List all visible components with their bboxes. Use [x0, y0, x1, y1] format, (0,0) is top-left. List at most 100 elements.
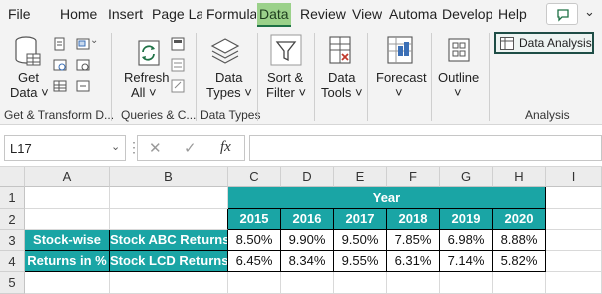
year-cell[interactable]: 2016 [281, 209, 334, 230]
column-header-e[interactable]: E [334, 167, 387, 187]
cell-g5[interactable] [440, 272, 493, 294]
row-header-5[interactable]: 5 [0, 272, 25, 294]
group-divider [489, 33, 490, 121]
row-label-cell[interactable]: Returns in % [25, 251, 110, 272]
cell-b5[interactable] [110, 272, 228, 294]
return-cell[interactable]: 6.45% [228, 251, 281, 272]
return-cell[interactable]: 8.50% [228, 230, 281, 251]
tab-review[interactable]: Review [300, 6, 346, 22]
return-cell[interactable]: 7.85% [387, 230, 440, 251]
cell-a5[interactable] [25, 272, 110, 294]
tab-file[interactable]: File [8, 6, 31, 22]
cell-h5[interactable] [493, 272, 546, 294]
get-data-label-line1: Get [18, 70, 39, 85]
cancel-icon[interactable]: ✕ [149, 139, 162, 157]
refresh-all-label-line1: Refresh [124, 70, 170, 85]
select-all-corner[interactable] [0, 167, 25, 187]
outline-label-line2: ˅ [454, 85, 462, 100]
queries-connections-icon[interactable] [171, 37, 185, 51]
data-types-label-line2: Types ˅ [206, 85, 252, 100]
tab-formulas[interactable]: Formula [206, 6, 256, 22]
stock-name-cell[interactable]: Stock LCD Returns [110, 251, 228, 272]
filter-icon [270, 34, 302, 66]
group-divider [111, 33, 112, 121]
recent-sources-icon[interactable] [76, 58, 90, 72]
cell-b1[interactable] [110, 187, 228, 209]
insert-function-icon[interactable]: fx [220, 139, 231, 156]
name-box[interactable]: L17 ⌄ [4, 135, 126, 161]
row-header-1[interactable]: 1 [0, 187, 25, 209]
year-header-cell[interactable]: Year [228, 187, 546, 209]
tab-insert[interactable]: Insert [108, 6, 143, 22]
from-table-icon[interactable] [53, 79, 67, 93]
return-cell[interactable]: 6.98% [440, 230, 493, 251]
enter-icon[interactable]: ✓ [184, 139, 197, 157]
row-label-cell[interactable]: Stock-wise [25, 230, 110, 251]
year-cell[interactable]: 2020 [493, 209, 546, 230]
cell-a2[interactable] [25, 209, 110, 230]
cell-a1[interactable] [25, 187, 110, 209]
tab-data[interactable]: Data [257, 3, 291, 27]
group-divider [431, 33, 432, 121]
chevron-down-icon[interactable]: ⌄ [111, 140, 120, 153]
column-header-h[interactable]: H [493, 167, 546, 187]
tab-page-layout[interactable]: Page La [152, 6, 202, 22]
cell-b2[interactable] [110, 209, 228, 230]
column-header-f[interactable]: F [387, 167, 440, 187]
column-header-i[interactable]: I [546, 167, 602, 187]
from-web-icon[interactable] [53, 58, 67, 72]
tab-home[interactable]: Home [60, 6, 97, 22]
column-header-d[interactable]: D [281, 167, 334, 187]
tab-developer[interactable]: Develop [442, 6, 492, 22]
cell-d5[interactable] [281, 272, 334, 294]
data-types-icon [210, 38, 240, 64]
tab-help[interactable]: Help [498, 6, 527, 22]
data-analysis-icon [500, 37, 514, 50]
return-cell[interactable]: 8.34% [281, 251, 334, 272]
comments-button[interactable] [546, 3, 578, 25]
cell-i1[interactable] [546, 187, 602, 209]
data-tools-icon [329, 36, 351, 64]
year-cell[interactable]: 2017 [334, 209, 387, 230]
column-header-b[interactable]: B [110, 167, 228, 187]
return-cell[interactable]: 9.50% [334, 230, 387, 251]
return-cell[interactable]: 6.31% [387, 251, 440, 272]
properties-icon[interactable] [171, 58, 185, 72]
stock-name-cell[interactable]: Stock ABC Returns [110, 230, 228, 251]
column-header-a[interactable]: A [25, 167, 110, 187]
comment-icon [557, 9, 569, 22]
cell-i5[interactable] [546, 272, 602, 294]
return-cell[interactable]: 7.14% [440, 251, 493, 272]
from-picture-icon[interactable] [76, 37, 90, 51]
cell-f5[interactable] [387, 272, 440, 294]
ribbon-tab-bar: File Home Insert Page La Formula Data Re… [0, 0, 602, 29]
year-cell[interactable]: 2018 [387, 209, 440, 230]
row-header-4[interactable]: 4 [0, 251, 25, 272]
return-cell[interactable]: 9.90% [281, 230, 334, 251]
return-cell[interactable]: 5.82% [493, 251, 546, 272]
cell-c5[interactable] [228, 272, 281, 294]
column-header-g[interactable]: G [440, 167, 493, 187]
data-analysis-button[interactable]: Data Analysis [494, 32, 594, 54]
cell-i2[interactable] [546, 209, 602, 230]
data-tools-label-line2: Tools ˅ [321, 85, 363, 100]
tab-automate[interactable]: Automa [389, 6, 437, 22]
existing-connections-icon[interactable] [76, 79, 90, 93]
row-header-2[interactable]: 2 [0, 209, 25, 230]
cell-i3[interactable] [546, 230, 602, 251]
chevron-down-icon[interactable]: ⌄ [90, 35, 98, 46]
return-cell[interactable]: 9.55% [334, 251, 387, 272]
year-cell[interactable]: 2015 [228, 209, 281, 230]
return-cell[interactable]: 8.88% [493, 230, 546, 251]
cell-i4[interactable] [546, 251, 602, 272]
chevron-down-icon[interactable]: ⌄ [584, 4, 595, 20]
year-cell[interactable]: 2019 [440, 209, 493, 230]
column-header-c[interactable]: C [228, 167, 281, 187]
formula-input[interactable] [249, 135, 602, 161]
from-text-csv-icon[interactable] [53, 37, 67, 51]
row-header-3[interactable]: 3 [0, 230, 25, 251]
sort-filter-label-line1: Sort & [267, 70, 304, 85]
cell-e5[interactable] [334, 272, 387, 294]
tab-view[interactable]: View [352, 6, 382, 22]
edit-links-icon[interactable] [171, 79, 185, 93]
